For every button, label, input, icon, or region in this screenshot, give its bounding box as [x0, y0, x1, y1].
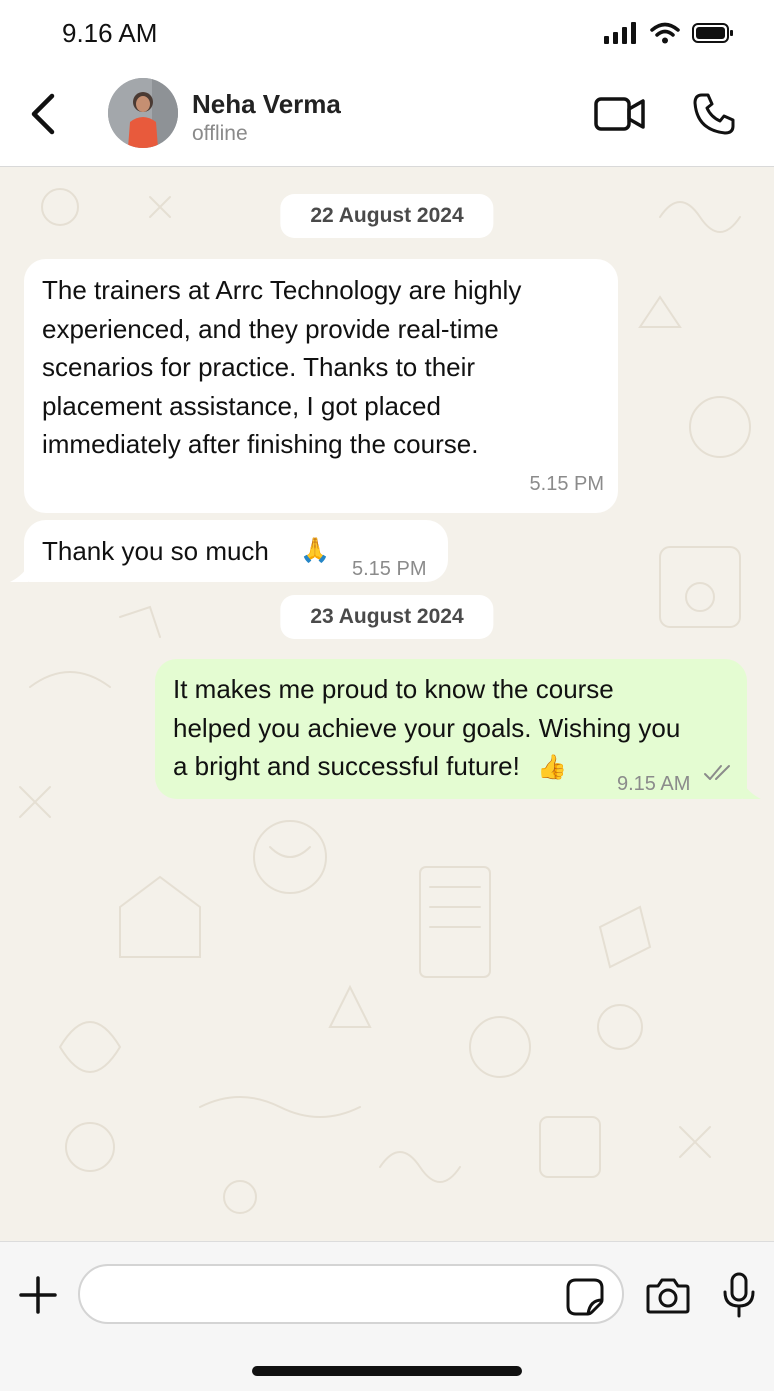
avatar[interactable] [108, 78, 178, 148]
contact-name[interactable]: Neha Verma [192, 89, 341, 120]
message-line: experienced, and they provide real-time [42, 313, 499, 344]
outgoing-message-bubble[interactable]: It makes me proud to know the course hel… [155, 659, 761, 799]
message-line: It makes me proud to know the course [173, 674, 614, 704]
message-line-text: a bright and successful future! [173, 751, 520, 781]
composer-bar [0, 1241, 774, 1391]
phone-icon [693, 93, 735, 135]
message-line: helped you achieve your goals. Wishing y… [173, 712, 681, 743]
date-separator: 23 August 2024 [280, 595, 494, 639]
message-line: scenarios for practice. Thanks to their [42, 352, 476, 382]
message-time: 9.15 AM [617, 773, 691, 795]
bubble-tail [743, 783, 761, 799]
message-line: The trainers at Arrc Technology are high… [42, 275, 522, 305]
camera-button[interactable] [646, 1276, 690, 1316]
status-icons [604, 22, 734, 44]
message-line: a bright and successful future! 👍 [173, 747, 680, 788]
message-time: 5.15 PM [529, 472, 604, 495]
incoming-message-bubble[interactable]: The trainers at Arrc Technology are high… [24, 259, 618, 513]
message-line: immediately after finishing the course. [42, 429, 479, 459]
message-line: placement assistance, I got placed [42, 390, 441, 421]
emoji: 👍 [537, 754, 567, 781]
contact-status: offline [192, 122, 248, 145]
sticker-icon [566, 1278, 604, 1316]
avatar-image [108, 78, 178, 148]
emoji: 🙏 [300, 537, 330, 564]
microphone-button[interactable] [722, 1272, 756, 1318]
message-text: Thank you so much [42, 536, 269, 566]
status-bar: 9.16 AM [0, 0, 774, 68]
sticker-button[interactable] [566, 1278, 604, 1316]
wifi-icon [650, 22, 680, 44]
bubble-tail [10, 566, 28, 582]
plus-icon [19, 1276, 57, 1314]
status-time: 9.16 AM [62, 18, 158, 48]
voice-call-button[interactable] [692, 92, 736, 136]
message-text: The trainers at Arrc Technology are high… [42, 271, 521, 464]
chat-header: Neha Verma offline [0, 68, 774, 168]
double-check-icon [704, 765, 730, 780]
back-icon [31, 93, 55, 135]
message-time: 5.15 PM [352, 558, 427, 580]
incoming-message-bubble[interactable]: Thank you so much 🙏 5.15 PM [10, 520, 448, 582]
back-button[interactable] [24, 90, 64, 138]
video-call-button[interactable] [594, 94, 646, 134]
video-call-icon [594, 97, 645, 131]
microphone-icon [723, 1272, 755, 1318]
home-indicator[interactable] [252, 1366, 522, 1376]
message-input[interactable] [78, 1264, 624, 1324]
date-separator: 22 August 2024 [280, 194, 494, 238]
chat-area[interactable]: 22 August 2024 The trainers at Arrc Tech… [0, 167, 774, 1241]
camera-icon [646, 1278, 690, 1314]
signal-icon [604, 22, 636, 44]
message-text: It makes me proud to know the course hel… [173, 670, 680, 788]
attach-button[interactable] [18, 1275, 58, 1315]
battery-icon [692, 23, 733, 43]
